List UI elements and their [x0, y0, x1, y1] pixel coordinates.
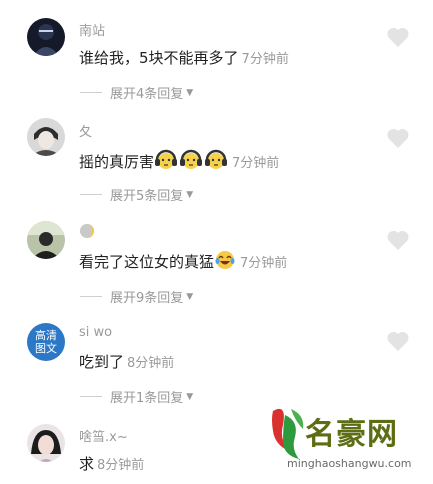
- like-heart-icon[interactable]: [386, 330, 410, 352]
- comment-text: 看完了这位女的真猛: [79, 253, 215, 271]
- yellow-face-headphones-emoji: [154, 147, 178, 175]
- comment-username[interactable]: 南站: [79, 20, 105, 39]
- watermark-logo-icon: [272, 408, 304, 459]
- comment-username[interactable]: 啥筜.x~: [79, 426, 128, 445]
- avatar[interactable]: [27, 118, 65, 156]
- divider-line: [80, 92, 102, 93]
- yellow-face-headphones-emoji: [179, 147, 203, 175]
- caret-down-icon: ▼: [186, 189, 194, 200]
- expand-replies-label: 展开1条回复: [110, 391, 184, 406]
- avatar[interactable]: [27, 221, 65, 259]
- like-heart-icon[interactable]: [386, 229, 410, 251]
- avatar[interactable]: [27, 424, 65, 462]
- comment-text-row: 求 8分钟前: [79, 453, 144, 474]
- like-heart-icon[interactable]: [386, 127, 410, 149]
- expand-replies-button[interactable]: 展开5条回复 ▼: [80, 185, 193, 204]
- comment-time: 7分钟前: [232, 156, 280, 171]
- like-heart-icon[interactable]: [386, 26, 410, 48]
- comment-text-row: 看完了这位女的真猛 7分钟前: [79, 249, 287, 275]
- avatar-image: [27, 18, 65, 56]
- comment-username[interactable]: [79, 223, 95, 243]
- expand-replies-button[interactable]: 展开1条回复 ▼: [80, 387, 193, 406]
- divider-line: [80, 194, 102, 195]
- watermark: 名豪网 minghaoshangwu.com: [265, 405, 433, 484]
- watermark-url: minghaoshangwu.com: [287, 457, 412, 470]
- expand-replies-button[interactable]: 展开4条回复 ▼: [80, 83, 193, 102]
- comment-time: 7分钟前: [241, 52, 289, 67]
- avatar-text-top: 高清: [35, 329, 57, 342]
- comment-text: 求: [79, 455, 95, 473]
- comment-time: 7分钟前: [240, 256, 288, 271]
- comment-text: 谁给我，5块不能再多了: [79, 49, 239, 67]
- avatar-image: [27, 221, 65, 259]
- comment-time: 8分钟前: [97, 458, 145, 473]
- expand-replies-label: 展开5条回复: [110, 189, 184, 204]
- avatar-text-bottom: 图文: [35, 342, 57, 355]
- laughing-tears-emoji: [214, 249, 236, 275]
- expand-replies-label: 展开4条回复: [110, 87, 184, 102]
- comment-username[interactable]: si wo: [79, 325, 112, 340]
- divider-line: [80, 396, 102, 397]
- caret-down-icon: ▼: [186, 391, 194, 402]
- caret-down-icon: ▼: [186, 87, 194, 98]
- expand-replies-label: 展开9条回复: [110, 291, 184, 306]
- watermark-title: 名豪网: [305, 417, 398, 452]
- expand-replies-button[interactable]: 展开9条回复 ▼: [80, 287, 193, 306]
- comment-text: 摇的真厉害: [79, 153, 155, 171]
- yellow-face-headphones-emoji: [204, 147, 228, 175]
- comment-text-row: 摇的真厉害 7分钟前: [79, 147, 279, 175]
- comment-text-row: 谁给我，5块不能再多了 7分钟前: [79, 47, 289, 68]
- divider-line: [80, 296, 102, 297]
- comment-text-row: 吃到了 8分钟前: [79, 351, 174, 372]
- avatar[interactable]: 高清 图文: [27, 323, 65, 361]
- avatar-image: [27, 118, 65, 156]
- moon-icon: [80, 224, 94, 238]
- comment-time: 8分钟前: [127, 356, 175, 371]
- comment-text: 吃到了: [79, 353, 125, 371]
- avatar-image: [27, 424, 65, 462]
- avatar[interactable]: [27, 18, 65, 56]
- caret-down-icon: ▼: [186, 291, 194, 302]
- comment-username[interactable]: 夂: [79, 121, 92, 140]
